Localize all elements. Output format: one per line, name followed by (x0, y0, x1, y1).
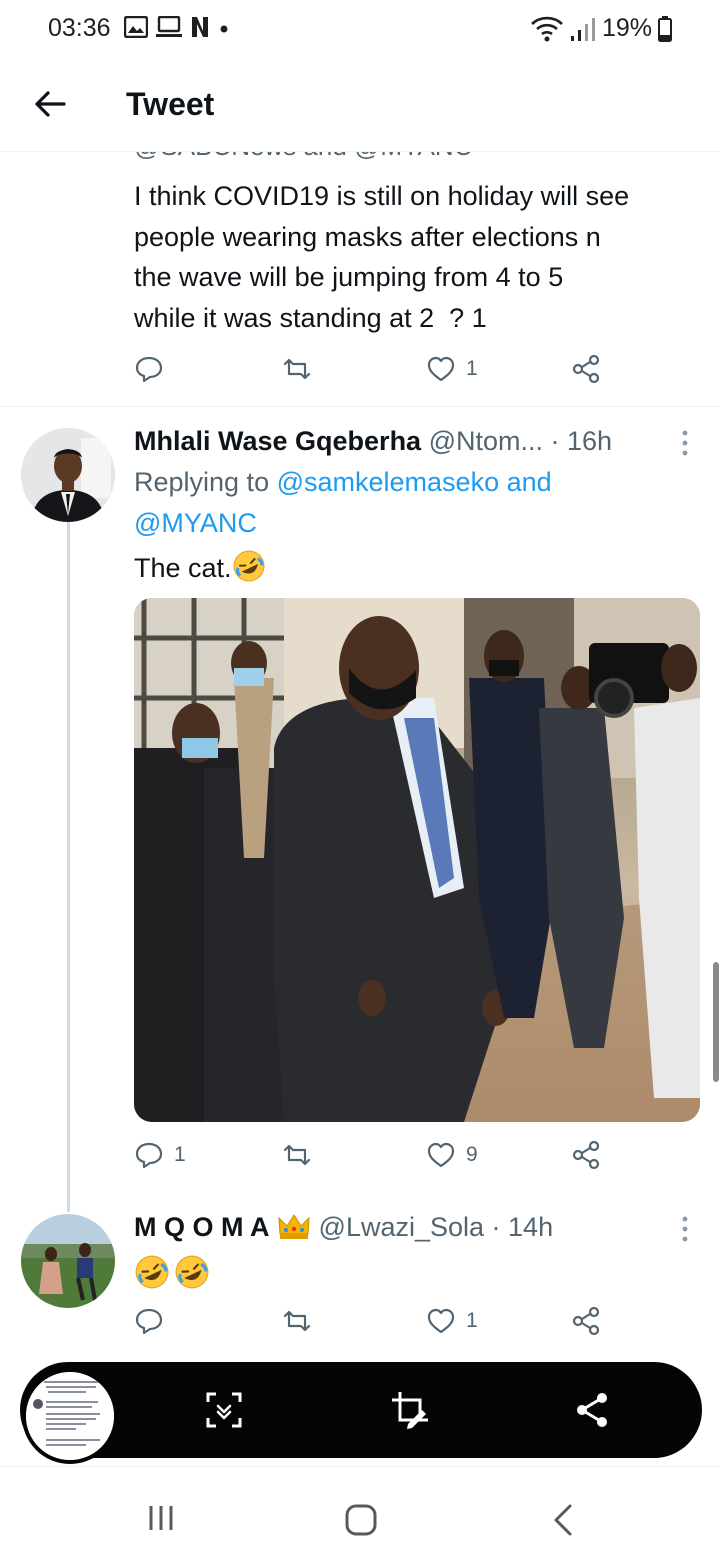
share-nodes-icon (572, 354, 600, 384)
status-time: 03:36 (48, 14, 111, 42)
battery-percent: 19% (601, 14, 652, 42)
reply-icon (135, 1142, 163, 1169)
tweet-actions: 1 (134, 354, 614, 390)
reply-icon (135, 356, 163, 383)
netflix-icon (192, 17, 208, 37)
tweet-body: The cat. (134, 553, 232, 583)
reply-count: 1 (174, 1143, 186, 1166)
tweet-emojis (134, 1254, 210, 1290)
heart-icon (427, 1142, 455, 1168)
retweet-button[interactable] (282, 1306, 312, 1336)
share-nodes-icon (572, 1140, 600, 1170)
share-icon[interactable] (572, 1390, 612, 1430)
tweet-actions: 1 9 (134, 1140, 614, 1176)
signal-icon (570, 17, 595, 41)
crown-emoji (278, 1214, 310, 1239)
header: Tweet (0, 58, 720, 152)
rofl-emoji (135, 1255, 169, 1289)
retweet-icon (283, 1144, 311, 1166)
like-count: 9 (466, 1143, 478, 1166)
tweet-image (134, 598, 700, 1122)
replying-prefix: Replying to (134, 467, 277, 497)
like-count: 1 (466, 357, 478, 380)
status-right: 19% (530, 14, 672, 43)
back-icon[interactable] (550, 1503, 576, 1537)
tweet-text-line: people wearing masks after elections n (134, 221, 601, 252)
thread-line (67, 522, 70, 1212)
like-count: 1 (466, 1309, 478, 1332)
avatar-photo (21, 1214, 115, 1308)
tweet-text-line: while it was standing at 2 ? 1 (134, 302, 487, 333)
recents-icon[interactable] (146, 1503, 176, 1533)
battery-icon (658, 15, 672, 42)
author-name[interactable]: M Q O M A (134, 1212, 270, 1242)
avatar[interactable] (21, 1214, 115, 1308)
tweet-text-line: the wave will be jumping from 4 to 5 (134, 262, 564, 292)
wifi-icon (531, 16, 563, 41)
heart-icon (427, 1308, 455, 1334)
share-tweet-button[interactable] (572, 1140, 602, 1170)
tweet-author-row: M Q O M A @Lwazi_Sola · 14h (134, 1212, 553, 1243)
reply-button[interactable]: 1 (134, 1140, 186, 1170)
retweet-button[interactable] (282, 354, 312, 384)
more-options-icon[interactable] (680, 428, 690, 458)
tweet-text: The cat. (134, 548, 704, 589)
reply-and-text: and (499, 467, 552, 497)
dot-icon (220, 25, 228, 33)
status-bar: 03:36 19% (0, 0, 720, 58)
author-handle[interactable]: @Lwazi_Sola (319, 1212, 485, 1242)
more-options-icon[interactable] (680, 1214, 690, 1244)
reply-button[interactable] (134, 1306, 164, 1336)
share-nodes-icon (572, 1306, 600, 1336)
author-handle[interactable]: @Ntom... (429, 426, 543, 456)
avatar[interactable] (21, 428, 115, 522)
heart-icon (427, 356, 455, 382)
scrollbar[interactable] (713, 962, 719, 1082)
system-navbar (0, 1466, 720, 1560)
author-name[interactable]: Mhlali Wase Gqeberha (134, 426, 421, 456)
scroll-capture-icon[interactable] (204, 1390, 244, 1430)
like-button[interactable]: 1 (426, 1306, 478, 1336)
gallery-icon (124, 16, 148, 38)
tweet-author-row: Mhlali Wase Gqeberha @Ntom... · 16h (134, 426, 612, 457)
back-arrow-icon[interactable] (30, 84, 70, 124)
avatar-photo (21, 428, 115, 522)
thumbnail-preview (26, 1372, 114, 1460)
cast-icon (156, 16, 182, 37)
rofl-emoji (233, 550, 265, 582)
page-title: Tweet (126, 86, 215, 122)
tweet-text-line: I think COVID19 is still on holiday will… (134, 181, 630, 211)
home-icon[interactable] (344, 1503, 378, 1537)
like-button[interactable]: 1 (426, 354, 478, 384)
divider (0, 406, 720, 407)
reply-user-link[interactable]: @samkelemaseko (277, 467, 500, 497)
tweet-text: I think COVID19 is still on holiday will… (134, 176, 704, 338)
crop-edit-icon[interactable] (390, 1390, 430, 1430)
retweet-icon (283, 1310, 311, 1332)
tweet-time: · 16h (550, 426, 613, 456)
share-tweet-button[interactable] (572, 1306, 602, 1336)
rofl-emoji (175, 1255, 209, 1289)
reply-icon (135, 1308, 163, 1335)
like-button[interactable]: 9 (426, 1140, 478, 1170)
screenshot-thumbnail[interactable] (22, 1368, 118, 1464)
reply-button[interactable] (134, 354, 164, 384)
tweet-photo[interactable] (134, 598, 700, 1122)
replying-to: Replying to @samkelemaseko and @MYANC (134, 462, 704, 543)
tweet-actions: 1 (134, 1306, 614, 1342)
retweet-icon (283, 358, 311, 380)
share-tweet-button[interactable] (572, 354, 602, 384)
retweet-button[interactable] (282, 1140, 312, 1170)
notification-icons (124, 16, 230, 38)
tweet-time: · 14h (491, 1212, 554, 1242)
reply-user-link[interactable]: @MYANC (134, 508, 257, 538)
